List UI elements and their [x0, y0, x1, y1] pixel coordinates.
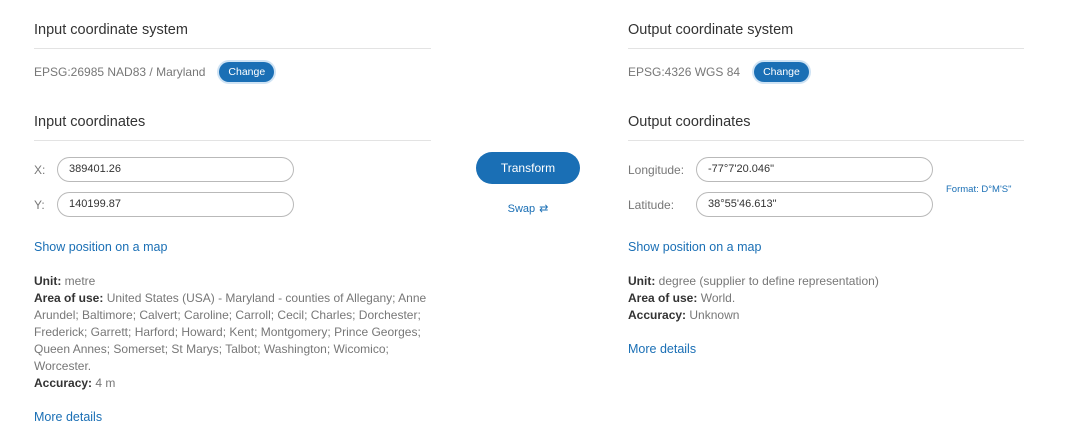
actions-panel: Transform Swap ⇄: [476, 152, 580, 215]
output-coords-title: Output coordinates: [628, 114, 751, 130]
y-label: Y:: [34, 197, 45, 212]
input-crs-info: Unit: metre Area of use: United States (…: [34, 273, 431, 392]
accuracy-value: 4 m: [95, 376, 116, 390]
y-input[interactable]: 140199.87: [57, 192, 294, 217]
y-field-row: Y: 140199.87: [34, 192, 294, 217]
output-crs-row: EPSG:4326 WGS 84 Change: [628, 62, 809, 82]
input-more-details-link[interactable]: More details: [34, 410, 102, 424]
area-label: Area of use:: [34, 291, 104, 305]
transform-button[interactable]: Transform: [476, 152, 580, 184]
accuracy-label: Accuracy:: [34, 376, 93, 390]
input-coords-title: Input coordinates: [34, 114, 146, 130]
longitude-field-row: Longitude: -77°7'20.046": [628, 157, 933, 182]
format-link[interactable]: Format: D°M'S": [946, 184, 1011, 195]
output-crs-info: Unit: degree (supplier to define represe…: [628, 273, 879, 324]
input-crs-title: Input coordinate system: [34, 22, 188, 38]
x-input[interactable]: 389401.26: [57, 157, 294, 182]
swap-link[interactable]: Swap ⇄: [476, 202, 580, 216]
divider: [628, 48, 1024, 49]
latitude-input[interactable]: 38°55'46.613": [696, 192, 933, 217]
output-show-map-link[interactable]: Show position on a map: [628, 240, 761, 254]
output-crs-title: Output coordinate system: [628, 22, 794, 38]
divider: [34, 140, 431, 141]
input-change-button[interactable]: Change: [219, 62, 275, 82]
output-crs-name: EPSG:4326 WGS 84: [628, 65, 741, 79]
longitude-input[interactable]: -77°7'20.046": [696, 157, 933, 182]
accuracy-label: Accuracy:: [628, 308, 687, 322]
area-label: Area of use:: [628, 291, 698, 305]
area-value: World.: [700, 291, 736, 305]
unit-value: degree (supplier to define representatio…: [658, 274, 879, 288]
latitude-field-row: Latitude: 38°55'46.613": [628, 192, 933, 217]
output-more-details-link[interactable]: More details: [628, 342, 696, 356]
swap-arrows-icon: ⇄: [539, 203, 549, 215]
input-crs-row: EPSG:26985 NAD83 / Maryland Change: [34, 62, 275, 82]
divider: [34, 48, 431, 49]
swap-label: Swap: [507, 202, 536, 215]
x-label: X:: [34, 162, 46, 177]
accuracy-value: Unknown: [689, 308, 740, 322]
unit-value: metre: [64, 274, 96, 288]
unit-label: Unit:: [34, 274, 62, 288]
output-change-button[interactable]: Change: [754, 62, 809, 82]
divider: [628, 140, 1024, 141]
input-show-map-link[interactable]: Show position on a map: [34, 240, 167, 254]
unit-label: Unit:: [628, 274, 656, 288]
latitude-label: Latitude:: [628, 197, 675, 212]
input-crs-name: EPSG:26985 NAD83 / Maryland: [34, 65, 206, 79]
longitude-label: Longitude:: [628, 162, 685, 177]
x-field-row: X: 389401.26: [34, 157, 294, 182]
